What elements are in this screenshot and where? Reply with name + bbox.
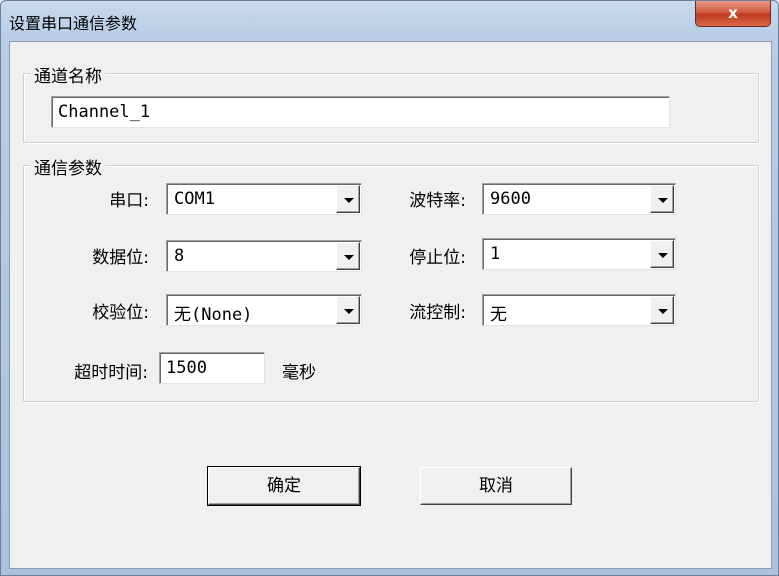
comm-params-legend: 通信参数 xyxy=(31,154,105,179)
databits-select[interactable]: 8 xyxy=(166,240,362,272)
chevron-down-icon xyxy=(344,255,354,260)
flow-value: 无 xyxy=(490,305,507,325)
baud-label: 波特率: xyxy=(409,191,466,211)
channel-name-input[interactable] xyxy=(51,96,670,128)
chevron-down-icon xyxy=(658,309,668,314)
chevron-down-icon xyxy=(658,198,668,203)
close-button[interactable]: x xyxy=(695,1,771,27)
flow-select[interactable]: 无 xyxy=(482,294,676,326)
dialog-client-area: 通道名称 通信参数 串口: COM1 波特率: 9600 数据位: 8 停止 xyxy=(9,41,772,569)
cancel-button[interactable]: 取消 xyxy=(420,467,572,505)
port-value: COM1 xyxy=(174,189,215,209)
port-select[interactable]: COM1 xyxy=(166,183,362,215)
ok-button[interactable]: 确定 xyxy=(207,466,361,506)
databits-value: 8 xyxy=(174,246,185,266)
stopbits-label: 停止位: xyxy=(409,248,466,268)
channel-name-legend: 通道名称 xyxy=(31,62,105,87)
stopbits-select[interactable]: 1 xyxy=(482,238,676,270)
baud-value: 9600 xyxy=(490,189,531,209)
port-label: 串口: xyxy=(109,191,149,211)
parity-value: 无(None) xyxy=(174,305,253,325)
window-title: 设置串口通信参数 xyxy=(9,14,138,33)
baud-select[interactable]: 9600 xyxy=(482,183,676,215)
port-dropdown-button[interactable] xyxy=(336,185,360,213)
channel-name-group: 通道名称 xyxy=(23,62,759,143)
timeout-input[interactable] xyxy=(159,352,265,384)
flow-dropdown-button[interactable] xyxy=(650,296,674,324)
baud-dropdown-button[interactable] xyxy=(650,185,674,213)
title-bar[interactable]: 设置串口通信参数 x xyxy=(1,1,778,41)
stopbits-dropdown-button[interactable] xyxy=(650,240,674,268)
dialog-window: 设置串口通信参数 x 通道名称 通信参数 串口: COM1 波特率: 9600 xyxy=(0,0,779,576)
stopbits-value: 1 xyxy=(490,244,501,264)
parity-select[interactable]: 无(None) xyxy=(166,294,362,326)
timeout-label: 超时时间: xyxy=(74,363,148,383)
databits-label: 数据位: xyxy=(92,248,149,268)
parity-dropdown-button[interactable] xyxy=(336,296,360,324)
flow-label: 流控制: xyxy=(409,303,466,323)
chevron-down-icon xyxy=(658,253,668,258)
parity-label: 校验位: xyxy=(92,303,149,323)
chevron-down-icon xyxy=(344,198,354,203)
databits-dropdown-button[interactable] xyxy=(336,242,360,270)
close-icon: x xyxy=(728,4,738,22)
timeout-unit: 毫秒 xyxy=(282,363,316,383)
chevron-down-icon xyxy=(344,309,354,314)
comm-params-group: 通信参数 串口: COM1 波特率: 9600 数据位: 8 停止位: 1 校验… xyxy=(23,154,759,402)
